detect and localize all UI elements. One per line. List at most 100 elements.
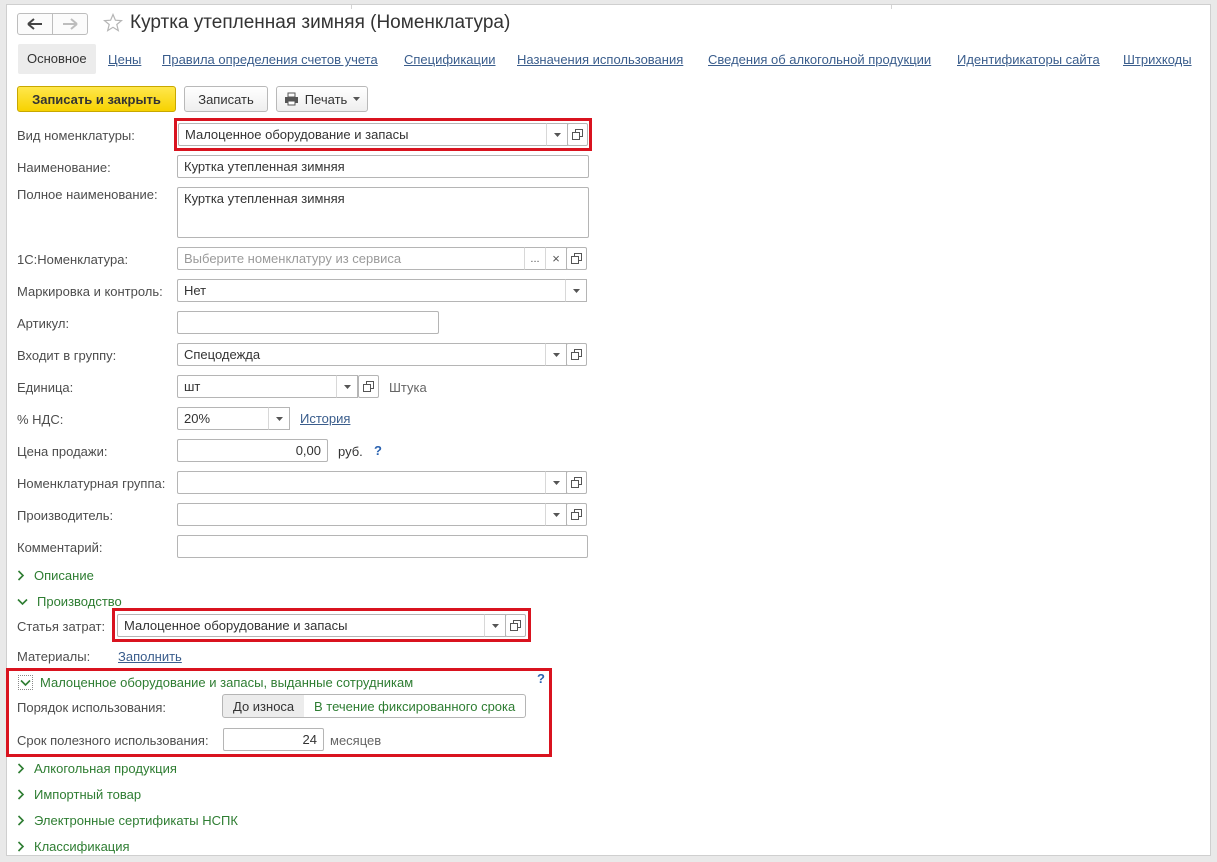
tab-site-identifiers[interactable]: Идентификаторы сайта xyxy=(957,52,1100,67)
article-field[interactable] xyxy=(177,311,439,334)
chevron-down-icon xyxy=(20,679,31,686)
group-certificates[interactable]: Электронные сертификаты НСПК xyxy=(17,813,238,828)
price-field[interactable]: 0,00 xyxy=(177,439,328,462)
tab-barcodes[interactable]: Штрихкоды xyxy=(1123,52,1192,67)
unit-full-name: Штука xyxy=(389,380,427,395)
nomgroup-open-button[interactable] xyxy=(566,471,587,494)
tab-usage-purposes[interactable]: Назначения использования xyxy=(517,52,683,67)
chevron-down-icon xyxy=(553,132,561,137)
vat-dropdown-button[interactable] xyxy=(268,407,290,430)
open-window-icon xyxy=(571,349,582,360)
useful-life-field[interactable]: 24 xyxy=(223,728,324,751)
cost-item-dropdown-button[interactable] xyxy=(484,614,506,637)
onec-field[interactable]: Выберите номенклатуру из сервиса xyxy=(177,247,526,270)
open-window-icon xyxy=(363,381,374,392)
price-label: Цена продажи: xyxy=(17,444,108,459)
chevron-down-icon xyxy=(353,97,361,101)
group-production-label: Производство xyxy=(37,594,122,609)
printer-icon xyxy=(284,92,298,106)
vat-field[interactable]: 20% xyxy=(177,407,270,430)
save-and-close-button[interactable]: Записать и закрыть xyxy=(17,86,176,112)
cost-item-field[interactable]: Малоценное оборудование и запасы xyxy=(117,614,487,637)
group-mbp[interactable]: Малоценное оборудование и запасы, выданн… xyxy=(18,675,413,690)
usage-option-until-wear[interactable]: До износа xyxy=(222,694,306,718)
mbp-help-icon[interactable]: ? xyxy=(537,671,545,686)
nomgroup-dropdown-button[interactable] xyxy=(545,471,567,494)
group-alcohol[interactable]: Алкогольная продукция xyxy=(17,761,177,776)
useful-life-label: Срок полезного использования: xyxy=(17,733,209,748)
favorite-star-button[interactable] xyxy=(102,12,124,36)
vat-history-link[interactable]: История xyxy=(300,411,350,426)
group-open-button[interactable] xyxy=(566,343,587,366)
fullname-field[interactable]: Куртка утепленная зимняя xyxy=(177,187,589,238)
chevron-right-icon xyxy=(17,763,25,774)
nomgroup-field[interactable] xyxy=(177,471,547,494)
group-certificates-label: Электронные сертификаты НСПК xyxy=(34,813,238,828)
chevron-right-icon xyxy=(17,841,25,852)
tab-prices[interactable]: Цены xyxy=(108,52,141,67)
vid-open-button[interactable] xyxy=(567,123,588,146)
star-icon xyxy=(102,12,124,32)
comment-field[interactable] xyxy=(177,535,588,558)
onec-open-button[interactable] xyxy=(566,247,587,270)
group-mbp-toggle[interactable] xyxy=(18,675,33,690)
price-help-icon[interactable]: ? xyxy=(374,443,382,458)
cost-item-open-button[interactable] xyxy=(505,614,526,637)
print-button-label: Печать xyxy=(304,91,348,107)
chevron-down-icon xyxy=(343,384,351,389)
marking-dropdown-button[interactable] xyxy=(565,279,587,302)
name-field[interactable]: Куртка утепленная зимняя xyxy=(177,155,589,178)
vid-label: Вид номенклатуры: xyxy=(17,128,135,143)
materials-fill-link[interactable]: Заполнить xyxy=(118,649,182,664)
vid-dropdown-button[interactable] xyxy=(546,123,568,146)
group-field[interactable]: Спецодежда xyxy=(177,343,547,366)
open-window-icon xyxy=(572,129,583,140)
price-currency: руб. xyxy=(338,444,363,459)
group-dropdown-button[interactable] xyxy=(545,343,567,366)
back-button[interactable] xyxy=(17,13,53,35)
chevron-down-icon xyxy=(572,288,580,293)
group-import-label: Импортный товар xyxy=(34,787,142,802)
tab-specifications[interactable]: Спецификации xyxy=(404,52,496,67)
usage-option-fixed-term[interactable]: В течение фиксированного срока xyxy=(304,694,527,718)
tab-account-rules[interactable]: Правила определения счетов учета xyxy=(162,52,378,67)
chevron-down-icon xyxy=(552,480,560,485)
arrow-left-icon xyxy=(27,18,42,30)
onec-clear-button[interactable]: × xyxy=(545,247,567,270)
page-title: Куртка утепленная зимняя (Номенклатура) xyxy=(130,12,511,33)
save-button[interactable]: Записать xyxy=(184,86,268,112)
manufacturer-field[interactable] xyxy=(177,503,547,526)
manufacturer-open-button[interactable] xyxy=(566,503,587,526)
forward-button[interactable] xyxy=(52,13,88,35)
manufacturer-dropdown-button[interactable] xyxy=(545,503,567,526)
open-window-icon xyxy=(510,620,521,631)
tab-main[interactable]: Основное xyxy=(18,44,96,74)
unit-open-button[interactable] xyxy=(358,375,379,398)
chevron-right-icon xyxy=(17,570,25,581)
chevron-right-icon xyxy=(17,815,25,826)
marking-label: Маркировка и контроль: xyxy=(17,284,163,299)
unit-field[interactable]: шт xyxy=(177,375,338,398)
group-import[interactable]: Импортный товар xyxy=(17,787,141,802)
tab-alcohol-info[interactable]: Сведения об алкогольной продукции xyxy=(708,52,931,67)
chevron-down-icon xyxy=(552,512,560,517)
form-window: Куртка утепленная зимняя (Номенклатура) … xyxy=(6,4,1211,856)
group-classification[interactable]: Классификация xyxy=(17,839,130,854)
onec-label: 1С:Номенклатура: xyxy=(17,252,129,267)
name-label: Наименование: xyxy=(17,160,111,175)
vid-field[interactable]: Малоценное оборудование и запасы xyxy=(178,123,548,146)
vat-label: % НДС: xyxy=(17,412,64,427)
unit-label: Единица: xyxy=(17,380,74,395)
comment-label: Комментарий: xyxy=(17,540,103,555)
unit-dropdown-button[interactable] xyxy=(336,375,358,398)
open-window-icon xyxy=(571,253,582,264)
nomgroup-label: Номенклатурная группа: xyxy=(17,476,166,491)
cost-item-label: Статья затрат: xyxy=(17,619,106,634)
group-production[interactable]: Производство xyxy=(17,594,122,609)
group-alcohol-label: Алкогольная продукция xyxy=(34,761,177,776)
marking-field[interactable]: Нет xyxy=(177,279,567,302)
arrow-right-icon xyxy=(63,18,78,30)
onec-select-button[interactable]: ... xyxy=(524,247,546,270)
print-button[interactable]: Печать xyxy=(276,86,368,112)
group-description[interactable]: Описание xyxy=(17,568,94,583)
